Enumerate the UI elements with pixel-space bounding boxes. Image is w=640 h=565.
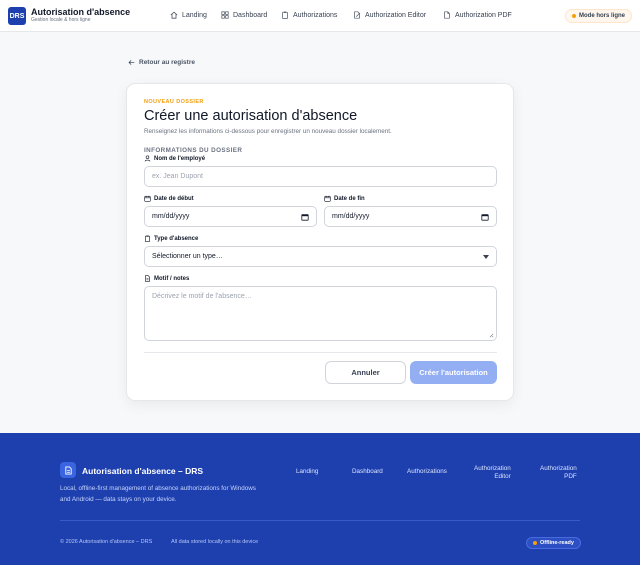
page-title: Créer une autorisation d'absence (144, 108, 358, 124)
calendar-picker-icon[interactable] (481, 213, 489, 221)
back-to-registry-link[interactable]: Retour au registre (128, 59, 195, 66)
top-navigation-bar: DRS Autorisation d'absence Gestion local… (0, 0, 640, 32)
footer-link-authorization-editor[interactable]: Authorization Editor (474, 465, 511, 480)
arrow-left-icon (128, 60, 135, 65)
absence-type-select[interactable]: Sélectionner un type… (144, 246, 497, 267)
calendar-picker-icon[interactable] (301, 213, 309, 221)
create-authorization-button[interactable]: Créer l'autorisation (410, 361, 497, 384)
home-icon (170, 11, 178, 19)
section-title: INFORMATIONS DU DOSSIER (144, 147, 243, 154)
footer-link-authorizations[interactable]: Authorizations (407, 468, 447, 476)
footer-local-note: All data stored locally on this device (171, 539, 259, 545)
status-dot (533, 541, 537, 545)
nav-dashboard[interactable]: Dashboard (221, 11, 267, 19)
absence-type-label-text: Type d'absence (154, 235, 199, 242)
footer-title: Autorisation d'absence – DRS (82, 466, 204, 476)
end-date-label: Date de fin (324, 195, 365, 202)
calendar-icon (324, 195, 331, 202)
offline-mode-badge: Mode hors ligne (564, 9, 632, 23)
nav-landing-label: Landing (182, 11, 207, 19)
start-date-value: mm/dd/yyyy (152, 213, 190, 220)
document-icon (64, 465, 72, 475)
footer-logo (60, 462, 76, 478)
app-logo[interactable]: DRS (8, 7, 26, 25)
nav-landing[interactable]: Landing (170, 11, 207, 19)
employee-name-placeholder: ex. Jean Dupont (152, 173, 203, 180)
user-icon (144, 155, 151, 162)
employee-name-input[interactable]: ex. Jean Dupont (144, 166, 497, 187)
resize-handle-icon[interactable] (489, 333, 494, 338)
end-date-value: mm/dd/yyyy (332, 213, 370, 220)
document-icon (145, 275, 150, 282)
footer-link-pdf-line1: Authorization (540, 465, 577, 472)
offline-ready-label: Offline-ready (540, 540, 574, 546)
start-date-input[interactable]: mm/dd/yyyy (144, 206, 317, 227)
back-link-label: Retour au registre (139, 59, 195, 66)
footer-description: Local, offline-first management of absen… (60, 485, 256, 503)
absence-type-value: Sélectionner un type… (152, 253, 223, 260)
page-subtitle: Renseignez les informations ci-dessous p… (144, 128, 392, 135)
form-divider (144, 352, 497, 353)
start-date-label: Date de début (144, 195, 194, 202)
clipboard-icon (145, 235, 150, 242)
end-date-label-text: Date de fin (334, 195, 365, 202)
file-icon (444, 11, 450, 19)
footer-link-editor-line1: Authorization (474, 465, 511, 472)
clipboard-icon (282, 11, 288, 19)
notes-placeholder: Décrivez le motif de l'absence… (152, 293, 252, 300)
employee-name-label: Nom de l'employé (144, 155, 205, 162)
footer-link-landing[interactable]: Landing (296, 468, 318, 476)
notes-textarea[interactable]: Décrivez le motif de l'absence… (144, 286, 497, 341)
footer-link-pdf-line2: PDF (564, 472, 577, 480)
notes-label-text: Motif / notes (154, 275, 190, 282)
end-date-input[interactable]: mm/dd/yyyy (324, 206, 497, 227)
chevron-down-icon (483, 255, 489, 259)
footer: Autorisation d'absence – DRS Local, offl… (0, 433, 640, 565)
cancel-button[interactable]: Annuler (325, 361, 406, 384)
app-subtitle: Gestion locale & hors ligne (31, 17, 91, 23)
start-date-label-text: Date de début (154, 195, 194, 202)
footer-link-editor-line2: Editor (494, 472, 511, 480)
calendar-icon (144, 195, 151, 202)
offline-ready-badge: Offline-ready (526, 537, 581, 549)
form-eyebrow: NOUVEAU DOSSIER (144, 99, 204, 105)
nav-authorizations-label: Authorizations (293, 11, 338, 19)
grid-icon (221, 11, 229, 19)
footer-link-authorization-pdf[interactable]: Authorization PDF (540, 465, 577, 480)
footer-link-dashboard[interactable]: Dashboard (352, 468, 383, 476)
notes-label: Motif / notes (144, 275, 189, 282)
nav-authorization-pdf-label: Authorization PDF (455, 11, 512, 19)
status-dot (571, 14, 576, 18)
nav-dashboard-label: Dashboard (233, 11, 268, 19)
nav-authorizations[interactable]: Authorizations (281, 11, 337, 19)
offline-mode-label: Mode hors ligne (578, 13, 625, 19)
footer-divider (60, 520, 580, 521)
footer-copyright: © 2026 Autorisation d'absence – DRS (60, 539, 153, 545)
nav-authorization-pdf[interactable]: Authorization PDF (443, 11, 512, 19)
create-authorization-card: NOUVEAU DOSSIER Créer une autorisation d… (126, 83, 514, 401)
app-title: Autorisation d'absence (31, 7, 131, 17)
nav-authorization-editor-label: Authorization Editor (365, 11, 427, 19)
absence-type-label: Type d'absence (144, 235, 198, 242)
employee-name-label-text: Nom de l'employé (154, 155, 206, 162)
edit-document-icon (354, 11, 361, 19)
nav-authorization-editor[interactable]: Authorization Editor (353, 11, 426, 19)
